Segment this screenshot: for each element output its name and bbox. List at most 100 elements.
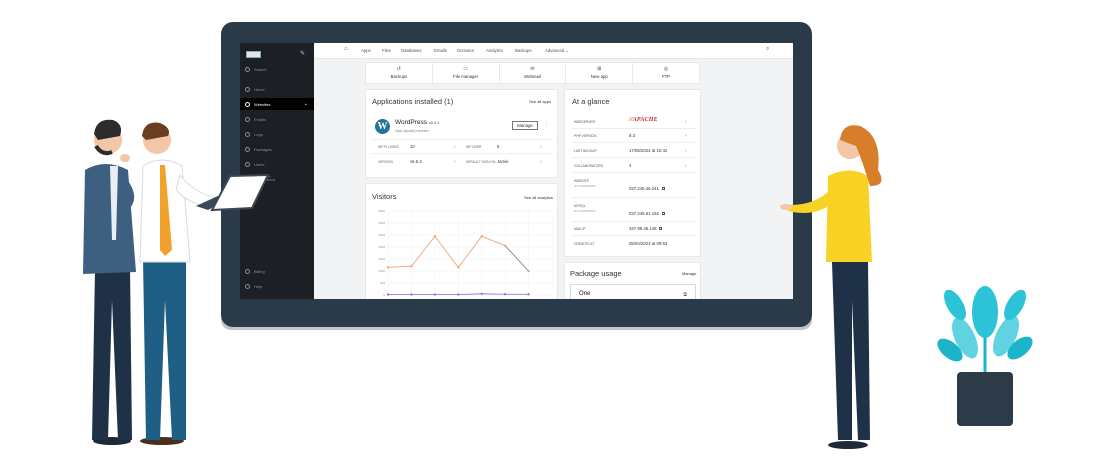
manage-app-button[interactable]: Manage: [512, 121, 538, 130]
sidebar-item-websites[interactable]: Websites ⌄: [240, 98, 314, 110]
data-point[interactable]: [386, 293, 390, 296]
y-tick-label: 2000: [378, 245, 385, 249]
chevron-right-icon[interactable]: ›: [454, 144, 456, 149]
y-tick-label: 3500: [378, 209, 385, 213]
sidebar-item-users[interactable]: Users: [240, 158, 314, 170]
data-point[interactable]: [527, 269, 530, 273]
manage-package-link[interactable]: Manage: [682, 271, 696, 276]
divider: [372, 139, 553, 140]
default-sign-on-label: Default sign on: [466, 160, 496, 164]
see-all-apps-link[interactable]: See all apps: [529, 99, 551, 104]
wordpress-icon: W: [375, 119, 390, 134]
default-sign-on-value: Jamie: [497, 159, 509, 164]
data-point[interactable]: [410, 265, 413, 268]
mail-icon: ✉: [530, 66, 535, 72]
app-name-line: WordPress v6.5.3: [395, 119, 439, 126]
sidebar-item-search[interactable]: Search: [240, 63, 314, 75]
nav-item-backups[interactable]: Backups: [515, 48, 531, 53]
pin-icon[interactable]: ✎: [300, 50, 305, 57]
data-point[interactable]: [386, 266, 390, 269]
data-point[interactable]: [480, 292, 483, 295]
chevron-right-icon[interactable]: ›: [454, 159, 456, 164]
data-point[interactable]: [527, 293, 530, 296]
sidebar-item-logs[interactable]: Logs: [240, 128, 314, 140]
sidebar-item-ecommerce[interactable]: Ecommerce: [240, 173, 314, 185]
series-line-segment: [481, 235, 506, 247]
ftp-icon: ◎: [663, 66, 669, 72]
nav-item-advanced[interactable]: Advanced ⌄: [545, 48, 569, 54]
mysql-label: MySQL: [574, 204, 586, 208]
new-app-label: New app: [590, 74, 608, 79]
data-point[interactable]: [457, 266, 460, 269]
sidebar-item-billing[interactable]: Billing: [240, 265, 314, 277]
nav-item-domains[interactable]: Domains: [457, 48, 474, 53]
external-link-icon[interactable]: ⧉: [683, 292, 687, 298]
plant-illustration: [937, 286, 1033, 426]
new-app-button[interactable]: ⊞ New app: [566, 63, 634, 83]
sidebar-item-label: Websites: [254, 101, 271, 107]
webmail-button[interactable]: ✉ Webmail: [500, 63, 567, 83]
y-tick-label: 1000: [378, 269, 385, 273]
chevron-right-icon[interactable]: ›: [685, 133, 687, 138]
chevron-right-icon[interactable]: ›: [685, 163, 687, 168]
copy-icon[interactable]: [661, 187, 665, 191]
cart-icon: [245, 176, 250, 182]
collaborators-value: 4: [629, 163, 632, 168]
divider: [572, 157, 696, 158]
chevron-right-icon[interactable]: ›: [540, 144, 542, 149]
data-point[interactable]: [504, 293, 507, 296]
sidebar-item-label: Search: [254, 66, 267, 72]
file-manager-button[interactable]: ▭ File manager: [433, 63, 500, 83]
chevron-right-icon[interactable]: ›: [540, 159, 542, 164]
series-line-segment: [457, 235, 483, 268]
package-item[interactable]: One ⧉: [570, 284, 696, 299]
data-point[interactable]: [480, 235, 483, 238]
data-point[interactable]: [433, 235, 436, 238]
data-point[interactable]: [433, 293, 436, 296]
nav-item-label: Advanced: [545, 48, 565, 53]
sidebar-item-label: Home: [254, 86, 265, 92]
data-point[interactable]: [457, 293, 460, 296]
copy-icon[interactable]: [661, 212, 665, 216]
mysql-ip-value: 037.245.61.152: [629, 211, 659, 216]
sidebar-item-label: Help: [254, 283, 263, 289]
search-icon[interactable]: ⌕: [766, 46, 769, 53]
at-a-glance-title: At a glance: [572, 97, 610, 106]
sidebar-item-home[interactable]: Home: [240, 83, 314, 95]
backups-label: Backups: [390, 74, 408, 79]
backups-button[interactable]: ↺ Backups: [366, 63, 433, 83]
nav-item-apps[interactable]: Apps: [361, 48, 371, 53]
nav-item-emails[interactable]: Emails: [434, 48, 447, 53]
series-line-segment: [411, 235, 436, 267]
nav-item-databases[interactable]: Databases: [401, 48, 422, 53]
wp-plugins-label: WP plugins: [378, 145, 399, 149]
webmail-label: Webmail: [524, 74, 541, 79]
home-icon[interactable]: ⌂: [344, 46, 348, 52]
top-navigation: ⌂ Apps Files Databases Emails Domains An…: [314, 43, 793, 59]
data-point[interactable]: [504, 244, 507, 247]
brand-logo: [246, 51, 261, 58]
collaborators-label: Collaborators: [574, 164, 604, 168]
ftp-button[interactable]: ◎ FTP: [633, 63, 699, 83]
nav-item-analytics[interactable]: Analytics: [486, 48, 503, 53]
package-usage-title: Package usage: [570, 269, 622, 278]
chevron-right-icon[interactable]: ›: [685, 119, 687, 124]
sidebar-item-emails[interactable]: Emails: [240, 113, 314, 125]
globe-icon: [245, 101, 250, 107]
app-url[interactable]: https://jlycat5yr.website: [395, 129, 429, 133]
chevron-right-icon[interactable]: ›: [685, 148, 687, 153]
data-point[interactable]: [410, 293, 413, 296]
copy-icon[interactable]: [659, 227, 663, 231]
mail-ip-label: Mail IP: [574, 227, 586, 231]
ftp-label: FTP: [662, 74, 671, 79]
more-options-icon[interactable]: ⋮: [544, 121, 549, 127]
mail-ip-line: 347.99.36.149: [629, 226, 663, 231]
nav-item-files[interactable]: Files: [382, 48, 391, 53]
applications-card: Applications installed (1) See all apps …: [365, 89, 558, 178]
series-line-segment: [504, 245, 529, 272]
sidebar-item-label: Logs: [254, 131, 263, 137]
applications-title: Applications installed (1): [372, 97, 454, 106]
sidebar-item-help[interactable]: Help: [240, 280, 314, 292]
sidebar-item-packages[interactable]: Packages: [240, 143, 314, 155]
wp-user-label: WP user: [466, 145, 482, 149]
